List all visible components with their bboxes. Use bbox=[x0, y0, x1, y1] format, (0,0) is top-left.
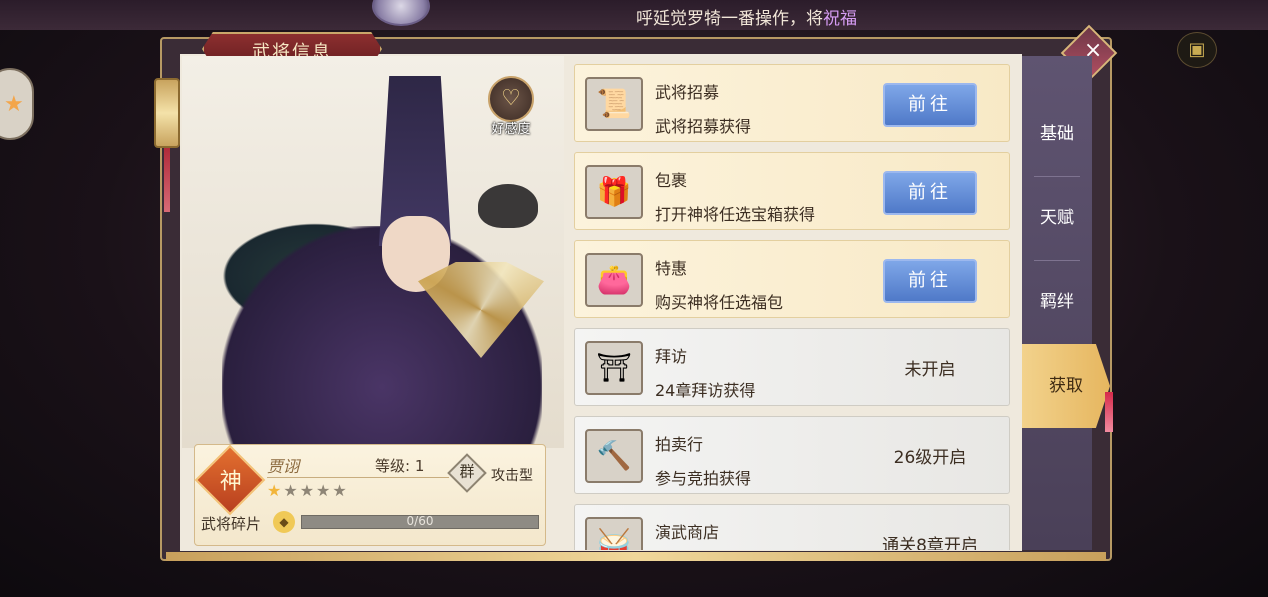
source-description: 参与竞拍获得 bbox=[655, 469, 752, 488]
panel-bottom-trim bbox=[166, 552, 1106, 561]
star-icon: ★ bbox=[299, 481, 317, 500]
rank-glyph: 神 bbox=[219, 469, 242, 495]
source-name: 拍卖行 bbox=[655, 435, 704, 454]
hero-level: 等级: 1 bbox=[375, 457, 425, 475]
source-name: 拜访 bbox=[655, 347, 688, 366]
side-tab-bar: 基础 天赋 羁绊 获取 bbox=[1022, 56, 1110, 550]
faction-glyph: 群 bbox=[459, 462, 475, 481]
source-row: 🎁 包裹打开神将任选宝箱获得 前往 bbox=[574, 152, 1010, 230]
source-description: 武将招募获得 bbox=[655, 117, 752, 136]
drum-icon: 🥁 bbox=[585, 517, 643, 550]
source-row: 📜 武将招募武将招募获得 前往 bbox=[574, 64, 1010, 142]
marquee-text-prefix: 呼延觉罗犄一番操作，将 bbox=[636, 9, 823, 29]
heart-icon: ♡ bbox=[488, 76, 534, 122]
source-description: 购买神将任选福包 bbox=[655, 293, 784, 312]
side-float-button[interactable]: ★ bbox=[0, 68, 34, 140]
star-icon: ★ bbox=[267, 481, 284, 500]
favor-label: 好感度 bbox=[491, 122, 531, 137]
source-name: 演武商店 bbox=[655, 523, 720, 542]
fragments-progress-bar: 0/60 bbox=[301, 514, 539, 529]
unlock-status: 26级开启 bbox=[893, 448, 967, 468]
crow-icon bbox=[478, 184, 538, 228]
star-badge-icon: ★ bbox=[4, 92, 24, 117]
fragments-progress-text: 0/60 bbox=[406, 514, 434, 528]
source-description: 24章拜访获得 bbox=[655, 381, 756, 400]
fragments-label: 武将碎片 bbox=[201, 515, 262, 533]
lantern-decoration-icon bbox=[154, 78, 180, 148]
go-button[interactable]: 前往 bbox=[883, 171, 977, 215]
hero-role: 攻击型 bbox=[491, 468, 533, 484]
star-icon: ★ bbox=[283, 481, 300, 500]
star-rating: ★★★★★ bbox=[267, 481, 349, 500]
tassel-decoration bbox=[164, 148, 170, 212]
tab-0[interactable]: 基础 bbox=[1022, 92, 1092, 176]
hero-info-card: 神 贾诩 等级: 1 群 攻击型 ★★★★★ 武将碎片 ◆ 0/60 bbox=[194, 444, 546, 546]
ribbon-decoration bbox=[1105, 392, 1113, 432]
fragment-coin-icon: ◆ bbox=[273, 511, 295, 533]
source-row: ⛩ 拜访 24章拜访获得 未开启 bbox=[574, 328, 1010, 406]
recruit-scroll-icon: 📜 bbox=[585, 77, 643, 131]
marquee-bar: 呼延觉罗犄一番操作，将祝福 bbox=[0, 0, 1268, 30]
hero-name: 贾诩 bbox=[267, 457, 300, 476]
rank-badge-icon: 神 bbox=[194, 444, 266, 516]
favor-button[interactable]: ♡ 好感度 bbox=[484, 76, 538, 140]
go-button[interactable]: 前往 bbox=[883, 83, 977, 127]
treasure-chest-icon: 🎁 bbox=[585, 165, 643, 219]
star-icon: ★ bbox=[316, 481, 333, 500]
faction-badge-icon: 群 bbox=[447, 453, 487, 493]
source-name: 包裹 bbox=[655, 171, 688, 190]
source-description: 打开神将任选宝箱获得 bbox=[655, 205, 816, 224]
marquee-text: 呼延觉罗犄一番操作，将祝福 bbox=[636, 4, 857, 29]
source-row: 👛 特惠购买神将任选福包 前往 bbox=[574, 240, 1010, 318]
divider bbox=[267, 477, 449, 478]
marquee-highlight: 祝福 bbox=[823, 9, 857, 29]
star-icon: ★ bbox=[332, 481, 349, 500]
acquisition-source-list: 📜 武将招募 武将招募获得 前往 🎁 包裹 打开神将任选宝箱获得 前往 👛 特惠 购买神将任选福包前… bbox=[574, 64, 1012, 550]
source-row: 🥁 演武商店通关8章开启 bbox=[574, 504, 1010, 550]
unlock-status: 未开启 bbox=[904, 360, 956, 380]
auction-gavel-icon: 🔨 bbox=[585, 429, 643, 483]
tab-2[interactable]: 羁绊 bbox=[1022, 260, 1092, 344]
source-name: 特惠 bbox=[655, 259, 688, 278]
chat-icon[interactable]: ▣ bbox=[1177, 32, 1217, 68]
lucky-bag-icon: 👛 bbox=[585, 253, 643, 307]
unlock-status: 通关8章开启 bbox=[882, 536, 978, 550]
tab-3[interactable]: 获取 bbox=[1022, 344, 1110, 428]
go-button[interactable]: 前往 bbox=[883, 259, 977, 303]
marquee-avatar bbox=[372, 0, 430, 26]
temple-gate-icon: ⛩ bbox=[585, 341, 643, 395]
tab-1[interactable]: 天赋 bbox=[1022, 176, 1092, 260]
source-row: 🔨 拍卖行参与竞拍获得 26级开启 bbox=[574, 416, 1010, 494]
source-name: 武将招募 bbox=[655, 83, 720, 102]
